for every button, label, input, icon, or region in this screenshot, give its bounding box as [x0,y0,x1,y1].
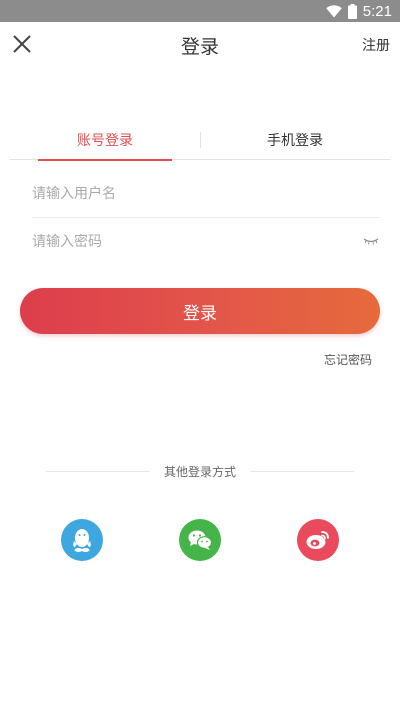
status-bar: 5:21 [0,0,400,22]
qq-icon [73,529,91,552]
login-tabs: 账号登录 手机登录 [10,124,390,161]
password-input[interactable] [32,218,380,265]
tab-account-login[interactable]: 账号登录 [38,124,172,161]
password-field-row [32,218,380,265]
username-input[interactable] [32,171,380,217]
status-icons: 5:21 [326,2,392,20]
username-field-row [32,171,380,218]
login-button[interactable]: 登录 [20,288,380,334]
tab-divider [200,132,201,148]
active-tab-underline [38,159,172,161]
register-link[interactable]: 注册 [362,35,390,55]
tab-account-label: 账号登录 [77,133,133,149]
password-visibility-toggle[interactable] [362,232,380,250]
weibo-icon [306,531,329,549]
divider-line-right [250,471,354,472]
tab-phone-label: 手机登录 [267,133,323,149]
status-time: 5:21 [362,2,392,20]
page-title: 登录 [180,36,219,58]
wechat-icon [188,530,213,550]
header: 登录 注册 [0,22,400,66]
forgot-password-link[interactable]: 忘记密码 [324,351,372,368]
battery-icon [347,3,357,19]
qq-login-button[interactable] [61,519,103,561]
tab-phone-login[interactable]: 手机登录 [230,124,360,160]
wechat-login-button[interactable] [179,519,221,561]
eye-closed-icon [363,238,379,245]
wifi-icon [326,4,342,17]
weibo-login-button[interactable] [297,519,339,561]
